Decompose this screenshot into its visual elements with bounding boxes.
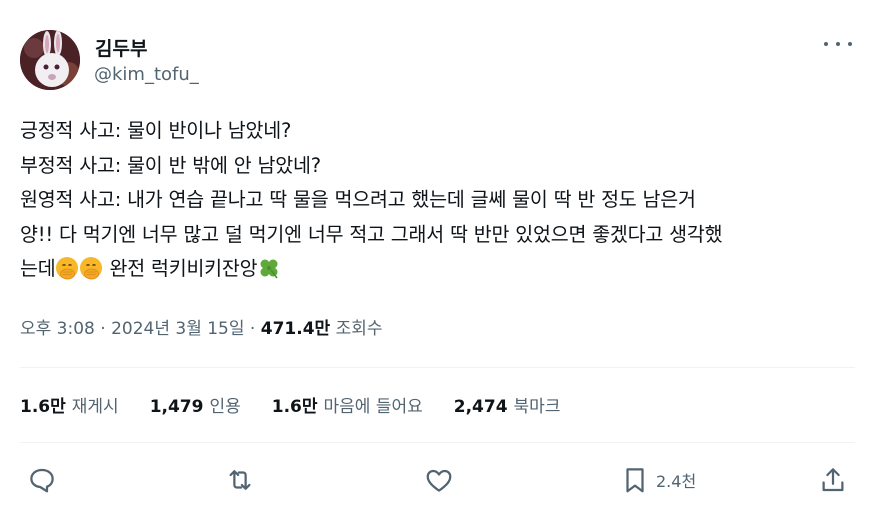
- author-handle[interactable]: @kim_tofu_: [94, 64, 199, 85]
- stat-count: 1.6만: [20, 397, 66, 417]
- divider: [20, 367, 855, 368]
- author-name[interactable]: 김두부: [95, 34, 147, 61]
- stat-reposts[interactable]: 1.6만 재게시: [20, 392, 119, 417]
- bunny-avatar-image: [20, 30, 80, 90]
- tweet-time[interactable]: 오후 3:08: [20, 319, 95, 339]
- tweet-date[interactable]: 2024년 3월 15일: [111, 319, 244, 339]
- repost-button[interactable]: [225, 460, 255, 500]
- share-icon: [822, 468, 844, 492]
- like-button[interactable]: [424, 460, 454, 500]
- tweet-line: 양!! 다 먹기엔 너무 많고 덜 먹기엔 너무 적고 그래서 딱 반만 있었으…: [20, 222, 723, 246]
- tweet-meta: 오후 3:08 · 2024년 3월 15일 · 471.4만 조회수: [20, 314, 383, 339]
- share-button[interactable]: [818, 460, 848, 500]
- tweet-text-fragment: 는데: [20, 257, 56, 281]
- engagement-stats: 1.6만 재게시 1,479 인용 1.6만 마음에 들어요 2,474 북마크: [20, 392, 591, 417]
- four-leaf-clover-icon: [260, 259, 279, 279]
- tweet-line: 부정적 사고: 물이 반 밖에 안 남았네?: [20, 153, 321, 177]
- bookmark-button[interactable]: 2.4천: [620, 460, 696, 500]
- bookmark-icon: [626, 468, 644, 493]
- stat-label: 인용: [209, 397, 241, 417]
- views-label: 조회수: [330, 319, 383, 339]
- repost-icon: [229, 470, 251, 490]
- stat-label: 재게시: [71, 397, 119, 417]
- tweet-card: 김두부 @kim_tofu_ 긍정적 사고: 물이 반이나 남았네? 부정적 사…: [0, 0, 872, 507]
- divider: [20, 442, 855, 443]
- stat-count: 1.6만: [271, 397, 318, 417]
- bookmark-count: 2.4천: [656, 472, 697, 491]
- meta-separator: ·: [94, 319, 112, 339]
- tweet-line: 원영적 사고: 내가 연습 끝나고 딱 물을 먹으려고 했는데 글쎄 물이 딱 …: [20, 188, 696, 212]
- tweet-text-fragment: 완전 럭키비키잔앙: [103, 257, 258, 281]
- face-with-hand-over-mouth-icon: [80, 257, 103, 280]
- stat-label: 북마크: [513, 397, 561, 417]
- tweet-line: 긍정적 사고: 물이 반이나 남았네?: [20, 119, 292, 142]
- tweet-text: 긍정적 사고: 물이 반이나 남았네? 부정적 사고: 물이 반 밖에 안 남았…: [20, 114, 860, 287]
- more-options-icon[interactable]: [824, 34, 852, 54]
- stat-likes[interactable]: 1.6만 마음에 들어요: [272, 392, 423, 417]
- action-bar: 2.4천: [0, 460, 872, 500]
- views-count: 471.4만: [260, 319, 331, 339]
- meta-separator: ·: [244, 319, 261, 339]
- stat-count: 2,474: [453, 397, 508, 417]
- stat-quotes[interactable]: 1,479 인용: [150, 392, 241, 417]
- heart-icon: [426, 469, 452, 492]
- stat-count: 1,479: [149, 397, 204, 417]
- reply-icon: [30, 468, 54, 493]
- stat-bookmarks[interactable]: 2,474 북마크: [454, 392, 561, 417]
- stat-label: 마음에 들어요: [323, 397, 423, 417]
- reply-button[interactable]: [27, 460, 57, 500]
- avatar[interactable]: [20, 30, 80, 90]
- face-with-hand-over-mouth-icon: [56, 257, 79, 280]
- tweet-line-last: 는데 완전 럭키비키잔앙: [20, 252, 860, 287]
